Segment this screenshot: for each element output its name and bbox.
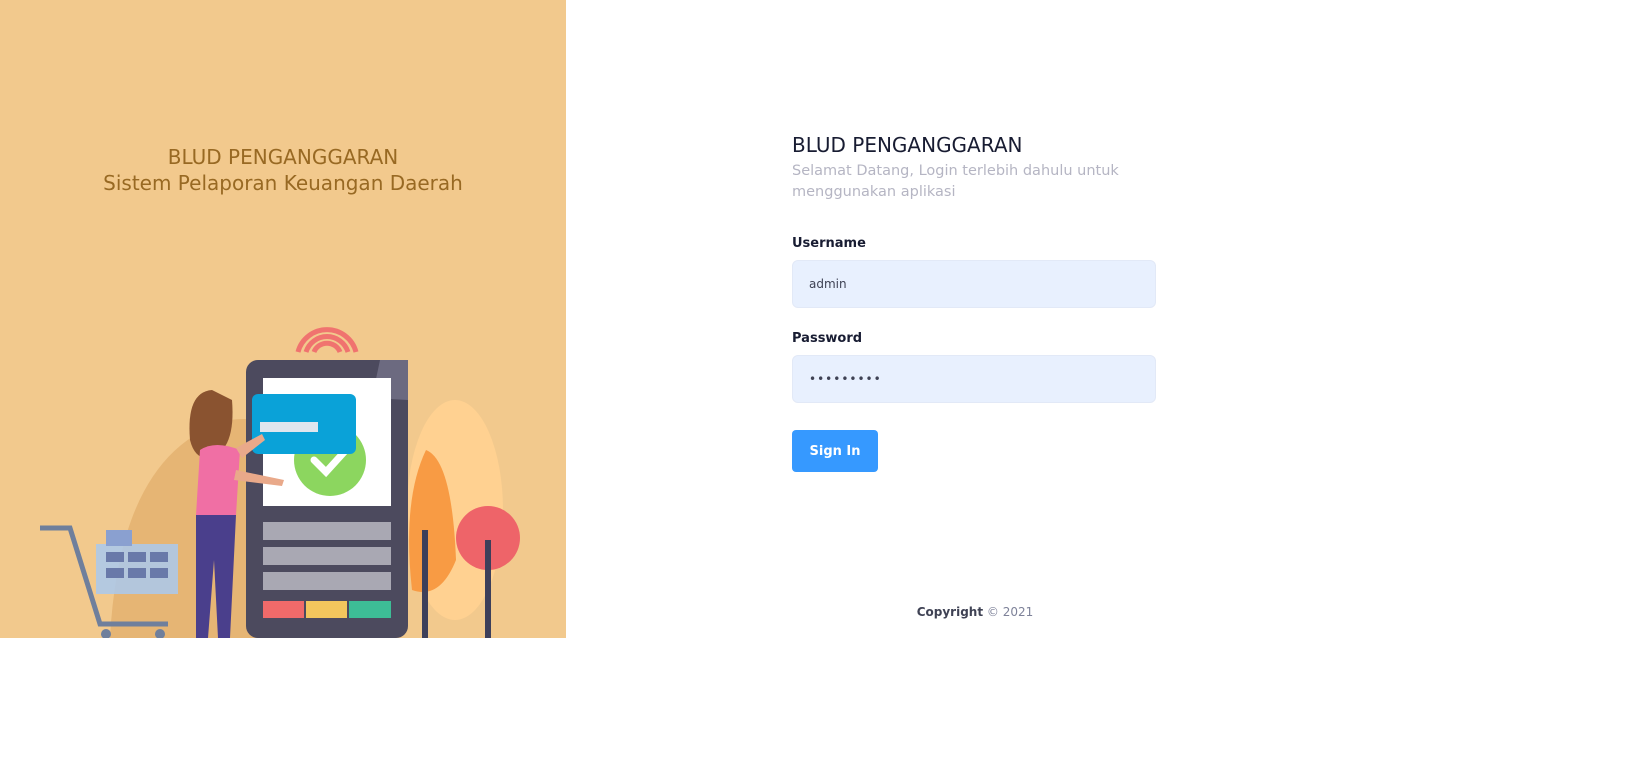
copyright-text: © 2021 [986, 605, 1034, 619]
terminal-line [263, 572, 391, 590]
payment-illustration [40, 327, 520, 638]
aside-heading: BLUD PENGANGGARAN Sistem Pelaporan Keuan… [0, 144, 566, 196]
login-page: BLUD PENGANGGARAN Sistem Pelaporan Keuan… [0, 0, 1632, 772]
terminal-key [263, 601, 304, 618]
terminal-key [349, 601, 391, 618]
aside-panel: BLUD PENGANGGARAN Sistem Pelaporan Keuan… [0, 0, 566, 638]
terminal-line [263, 522, 391, 540]
aside-subtitle: Sistem Pelaporan Keuangan Daerah [103, 171, 463, 195]
cart-icon [40, 525, 178, 638]
terminal-key [306, 601, 347, 618]
aside-title: BLUD PENGANGGARAN [167, 145, 399, 169]
password-input[interactable]: ••••••••• [792, 355, 1156, 403]
password-label: Password [792, 331, 863, 346]
person-shirt [196, 445, 240, 515]
signal-icon [295, 327, 359, 354]
copyright-label: Copyright [916, 605, 984, 619]
terminal-line [263, 547, 391, 565]
login-subtitle: Selamat Datang, Login terlebih dahulu un… [792, 163, 1119, 200]
username-input[interactable]: admin [792, 260, 1156, 308]
login-form: BLUD PENGANGGARAN Selamat Datang, Login … [792, 132, 1158, 472]
login-title: BLUD PENGANGGARAN [792, 133, 1023, 157]
username-label: Username [792, 236, 866, 251]
sign-in-button[interactable]: Sign In [792, 430, 878, 472]
footer: Copyright © 2021 [792, 605, 1158, 619]
